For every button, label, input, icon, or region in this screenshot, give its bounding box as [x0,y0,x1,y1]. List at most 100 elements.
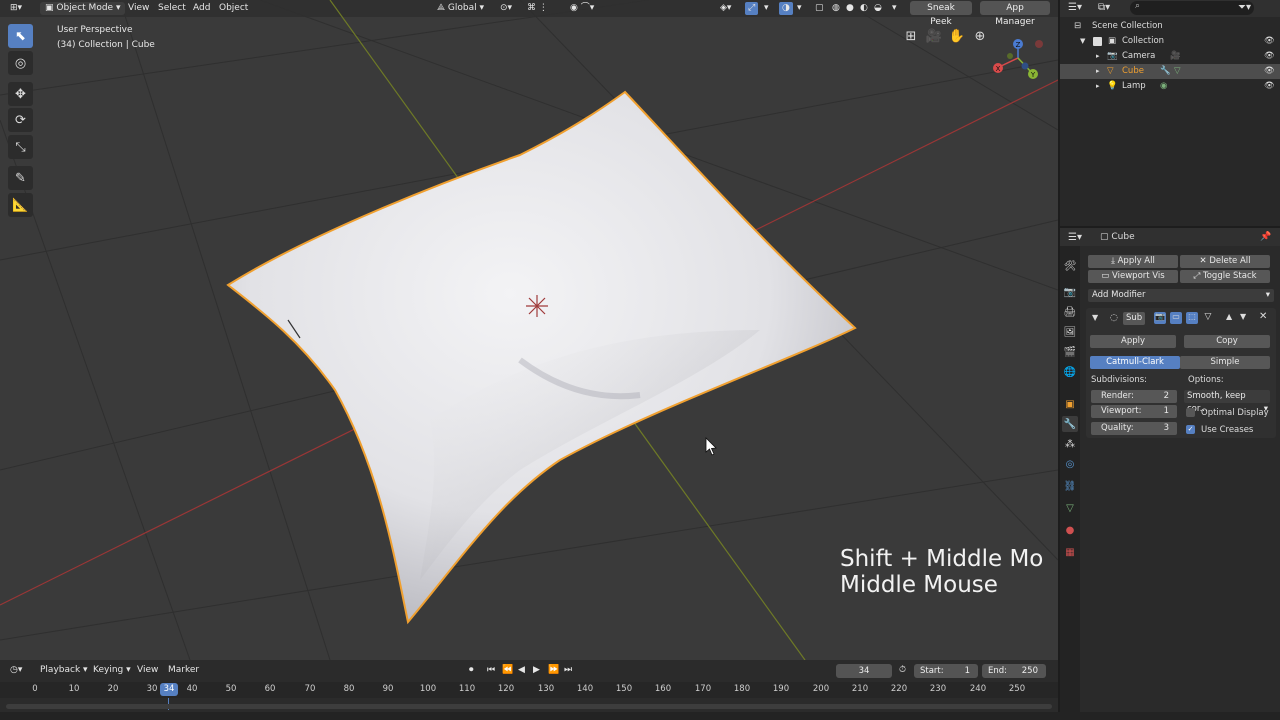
eye-icon[interactable]: 👁 [1264,79,1275,94]
preview-range-icon[interactable]: ⏱ [899,665,906,675]
filter-icon[interactable]: ⏷▾ [1238,2,1251,13]
play-reverse-icon[interactable]: ◀ [518,665,525,675]
current-frame-field[interactable]: 34 [836,664,892,678]
start-frame-field[interactable]: Start: 1 [914,664,978,678]
scale-tool-icon[interactable]: ⤡ [8,135,33,159]
menu-view[interactable]: View [128,2,149,15]
timeline-panel[interactable]: ◷▾ Playback ▾ Keying ▾ View Marker ⏺ ⏮ ⏪… [0,660,1058,720]
outliner-search-input[interactable]: ⌕ [1130,1,1254,15]
apply-modifier-button[interactable]: Apply [1090,335,1176,348]
outliner-editor-icon[interactable]: ☰▾ [1068,2,1082,13]
constraints-tab-icon[interactable]: ⛓ [1062,478,1078,494]
viewport-levels-field[interactable]: Viewport: 1 [1091,405,1177,418]
select-tool-icon[interactable]: ⬉ [8,24,33,48]
output-tab-icon[interactable]: 🖨 [1062,304,1078,320]
eye-icon[interactable]: 👁 [1264,49,1275,64]
mode-selector[interactable]: ▣ Object Mode ▾ [40,2,126,15]
outliner-row-scene-collection[interactable]: ⊟ Scene Collection [1060,19,1280,34]
properties-editor-icon[interactable]: ☰▾ [1068,232,1082,243]
gizmo-toggle-icon[interactable]: ⤢ [745,2,759,15]
playback-menu[interactable]: Playback ▾ [40,665,88,675]
expand-arrow-icon[interactable]: ▸ [1096,79,1100,94]
3d-viewport[interactable]: Z X Y ⊞▾ ▣ Object Mode ▾ View Select Add… [0,0,1058,660]
xray-icon[interactable]: ▢ [815,2,824,15]
cursor-tool-icon[interactable]: ◎ [8,51,33,75]
use-creases-checkbox[interactable]: ✓ [1186,425,1195,434]
end-frame-field[interactable]: End: 250 [982,664,1046,678]
particles-tab-icon[interactable]: ⁂ [1062,436,1078,452]
display-mode-icon[interactable]: ⧉▾ [1098,2,1110,13]
modifier-tab-icon[interactable]: 🔧 [1062,416,1078,432]
shading-wireframe-icon[interactable]: ◍ [832,2,840,15]
modifier-name-field[interactable]: Sub [1123,312,1145,325]
timeline-editor-icon[interactable]: ◷▾ [10,665,22,675]
pin-icon[interactable]: 📌 [1260,232,1271,242]
overlay-dropdown-icon[interactable]: ▾ [797,2,802,15]
add-modifier-dropdown[interactable]: Add Modifier ▾ [1088,289,1274,302]
proportional-edit-icon[interactable]: ◉ ⌒▾ [570,2,594,15]
jump-end-icon[interactable]: ⏭ [564,665,572,675]
texture-tab-icon[interactable]: ▦ [1062,544,1078,560]
rotate-tool-icon[interactable]: ⟳ [8,108,33,132]
material-tab-icon[interactable]: ● [1062,522,1078,538]
timeline-scrollbar[interactable] [6,704,1052,709]
measure-tool-icon[interactable]: 📐 [8,193,33,217]
shading-dropdown-icon[interactable]: ▾ [892,2,897,15]
gizmo-dropdown-icon[interactable]: ▾ [764,2,769,15]
editor-type-icon[interactable]: ⊞▾ [10,2,22,15]
render-levels-field[interactable]: Render: 2 [1091,390,1177,403]
shading-solid-icon[interactable]: ● [846,2,854,15]
quality-field[interactable]: Quality: 3 [1091,422,1177,435]
render-tab-icon[interactable]: 📷 [1062,284,1078,300]
optimal-display-checkbox[interactable] [1186,408,1195,417]
viewport-vis-button[interactable]: ▭ Viewport Vis [1088,270,1178,283]
tool-tab-icon[interactable]: 🛠 [1062,258,1078,274]
timeline-view-menu[interactable]: View [137,665,158,675]
expand-arrow-icon[interactable]: ▸ [1096,64,1100,79]
play-icon[interactable]: ▶ [533,665,540,675]
exclude-checkbox[interactable] [1093,37,1102,46]
editmode-toggle-icon[interactable]: ⬚ [1186,312,1198,324]
scene-tab-icon[interactable]: 🎬 [1062,344,1078,360]
eye-icon[interactable]: 👁 [1264,64,1275,79]
shading-material-icon[interactable]: ◐ [860,2,868,15]
apply-all-button[interactable]: ⤓ Apply All [1088,255,1178,268]
visibility-icon[interactable]: ◈▾ [720,2,731,15]
snap-icon[interactable]: ⌘ ⋮ [527,2,548,15]
ortho-toggle-icon[interactable]: ⊞ [901,27,921,45]
properties-panel[interactable]: ☰▾ ▢ Cube 📌 🛠 📷 🖨 🖼 🎬 🌐 ▣ 🔧 ⁂ ◎ ⛓ ▽ ● ▦ … [1060,228,1280,720]
app-manager-button[interactable]: App Manager [980,1,1050,27]
world-tab-icon[interactable]: 🌐 [1062,364,1078,380]
data-tab-icon[interactable]: ▽ [1062,500,1078,516]
render-toggle-icon[interactable]: 📷 [1154,312,1166,324]
move-down-icon[interactable]: ▼ [1240,312,1246,321]
remove-modifier-icon[interactable]: ✕ [1259,311,1267,322]
outliner-panel[interactable]: ☰▾ ⧉▾ ⌕ ⏷▾ ⊟ Scene Collection ▼ ▣ Collec… [1060,0,1280,226]
pivot-icon[interactable]: ⊙▾ [500,2,512,15]
expand-arrow-icon[interactable]: ▸ [1096,49,1100,64]
toggle-stack-button[interactable]: ⤢ Toggle Stack [1180,270,1270,283]
menu-object[interactable]: Object [219,2,248,15]
outliner-row-collection[interactable]: ▼ ▣ Collection 👁 [1060,34,1280,49]
move-up-icon[interactable]: ▲ [1226,312,1232,321]
menu-select[interactable]: Select [158,2,186,15]
move-tool-icon[interactable]: ✥ [8,82,33,106]
outliner-row-lamp[interactable]: ▸ 💡 Lamp ◉ 👁 [1060,79,1280,94]
collapse-arrow-icon[interactable]: ▼ [1092,313,1098,322]
viewport-toggle-icon[interactable]: ▭ [1170,312,1182,324]
camera-view-icon[interactable]: 🎥 [924,27,944,45]
copy-modifier-button[interactable]: Copy [1184,335,1270,348]
menu-add[interactable]: Add [193,2,210,15]
pan-hand-icon[interactable]: ✋ [947,27,967,45]
eye-icon[interactable]: 👁 [1264,34,1275,49]
record-icon[interactable]: ⏺ [469,665,474,675]
expand-arrow-icon[interactable]: ▼ [1080,34,1085,49]
cage-toggle-icon[interactable]: ▽ [1202,312,1214,324]
marker-menu[interactable]: Marker [168,665,199,675]
transform-orientation[interactable]: ⟁ Global ▾ [437,2,484,15]
prev-keyframe-icon[interactable]: ⏪ [502,665,513,675]
overlay-toggle-icon[interactable]: ◑ [779,2,793,15]
physics-tab-icon[interactable]: ◎ [1062,456,1078,472]
keying-menu[interactable]: Keying ▾ [93,665,131,675]
annotate-tool-icon[interactable]: ✎ [8,166,33,190]
